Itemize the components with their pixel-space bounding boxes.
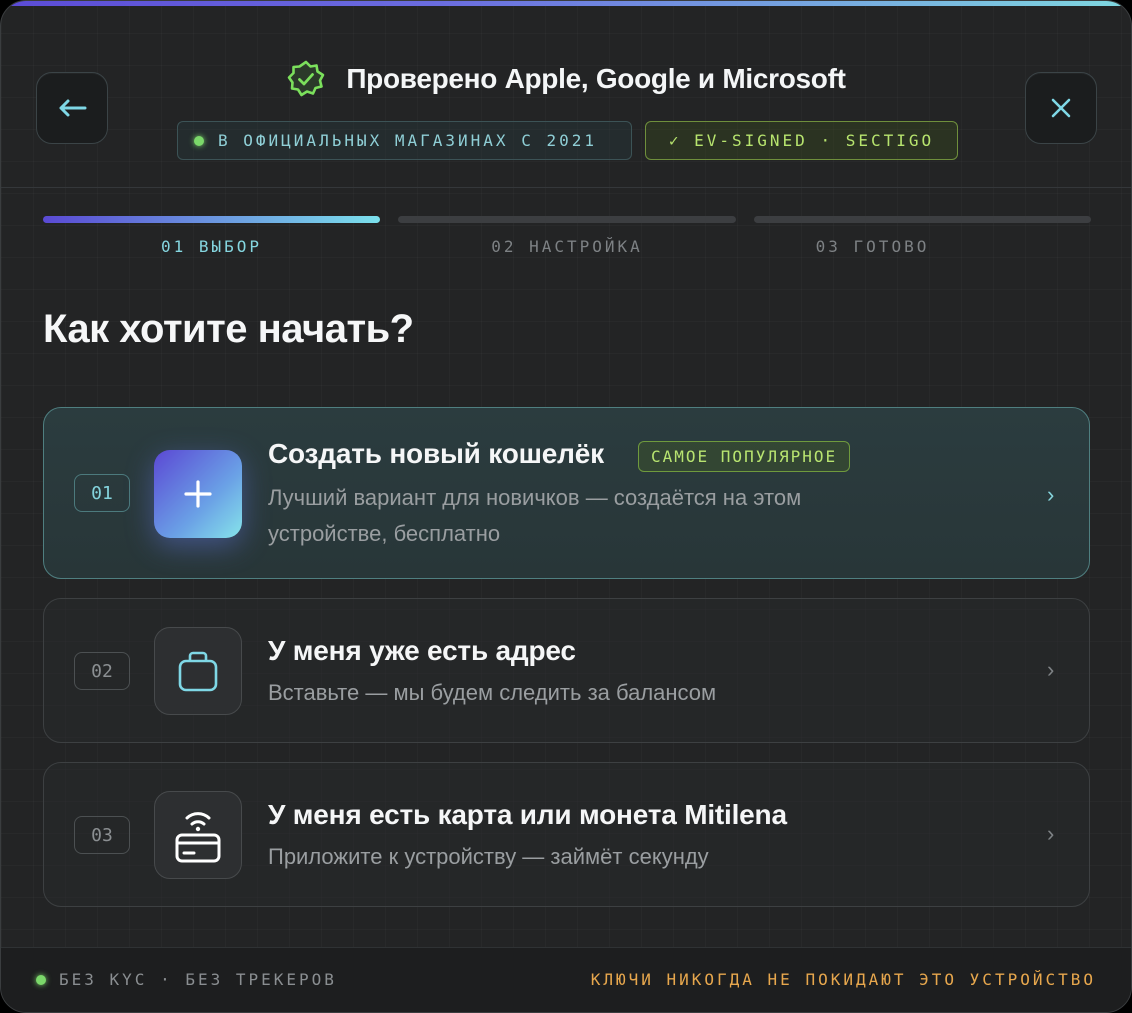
option-title: У меня уже есть адрес [268, 635, 576, 666]
option-description: Лучший вариант для новичков — создаётся … [268, 480, 801, 552]
step-1-label: 01 ВЫБОР [160, 237, 263, 256]
close-icon [1051, 98, 1071, 118]
option-title: Создать новый кошелёк [268, 438, 604, 469]
stores-badge: В ОФИЦИАЛЬНЫХ МАГАЗИНАХ С 2021 [177, 121, 632, 160]
top-accent-bar [1, 1, 1131, 6]
option-number: 03 [74, 816, 130, 854]
option-icon-tile [154, 791, 242, 879]
option-description: Вставьте — мы будем следить за балансом [268, 680, 717, 705]
option-icon-tile [154, 450, 242, 538]
stores-badge-label: В ОФИЦИАЛЬНЫХ МАГАЗИНАХ С 2021 [218, 131, 597, 150]
option-icon-tile [154, 627, 242, 715]
option-title: У меня есть карта или монета Mitilena [268, 799, 787, 830]
nfc-card-icon [175, 812, 221, 863]
page-title: Как хотите начать? [43, 307, 414, 351]
verified-badge-icon [288, 60, 325, 97]
option-number: 02 [74, 652, 130, 690]
option-description-line: устройстве, бесплатно [268, 521, 501, 546]
footer-keys-note: КЛЮЧИ НИКОГДА НЕ ПОКИДАЮТ ЭТО УСТРОЙСТВО [590, 970, 1096, 989]
chevron-right-icon: › [1047, 657, 1055, 682]
chevron-right-icon: › [1047, 821, 1055, 846]
step-1-bar [43, 216, 380, 223]
plus-icon [184, 480, 212, 508]
option-existing-address[interactable]: 02 У меня уже есть адрес Вставьте — мы б… [43, 598, 1090, 743]
option-create-wallet[interactable]: 01 Создать новый кошелёк САМОЕ ПОПУЛЯРНО… [43, 407, 1090, 579]
verified-heading: Проверено Apple, Google и Microsoft [1, 59, 1131, 99]
step-2-label: 02 НАСТРОЙКА [491, 237, 643, 256]
option-nfc-card[interactable]: 03 У меня есть карта или монета Mitilena… [43, 762, 1090, 907]
arrow-left-icon [59, 99, 87, 117]
ev-badge-label: ✓ EV-SIGNED · SECTIGO [668, 131, 935, 150]
header-divider [1, 187, 1131, 188]
step-3-label: 03 ГОТОВО [815, 237, 930, 256]
option-number: 01 [74, 474, 130, 512]
trust-badges: В ОФИЦИАЛЬНЫХ МАГАЗИНАХ С 2021 ✓ EV-SIGN… [177, 121, 958, 160]
popular-badge: САМОЕ ПОПУЛЯРНОЕ [638, 441, 851, 472]
step-3-bar [754, 216, 1091, 223]
chevron-right-icon: › [1047, 482, 1055, 507]
status-dot [36, 974, 46, 985]
ev-signed-badge: ✓ EV-SIGNED · SECTIGO [645, 121, 958, 160]
footer-privacy-label: БЕЗ KYC · БЕЗ ТРЕКЕРОВ [59, 970, 337, 989]
status-dot [194, 135, 204, 146]
verified-title: Проверено Apple, Google и Microsoft [346, 63, 846, 94]
option-description-line: Лучший вариант для новичков — создаётся … [268, 485, 802, 510]
footer-privacy: БЕЗ KYC · БЕЗ ТРЕКЕРОВ [36, 970, 337, 989]
footer: БЕЗ KYC · БЕЗ ТРЕКЕРОВ КЛЮЧИ НИКОГДА НЕ … [1, 947, 1131, 1012]
step-2-bar [398, 216, 736, 223]
bag-icon [178, 651, 218, 692]
onboarding-dialog: Проверено Apple, Google и Microsoft В ОФ… [0, 0, 1132, 1013]
option-description: Приложите к устройству — займёт секунду [268, 844, 709, 869]
